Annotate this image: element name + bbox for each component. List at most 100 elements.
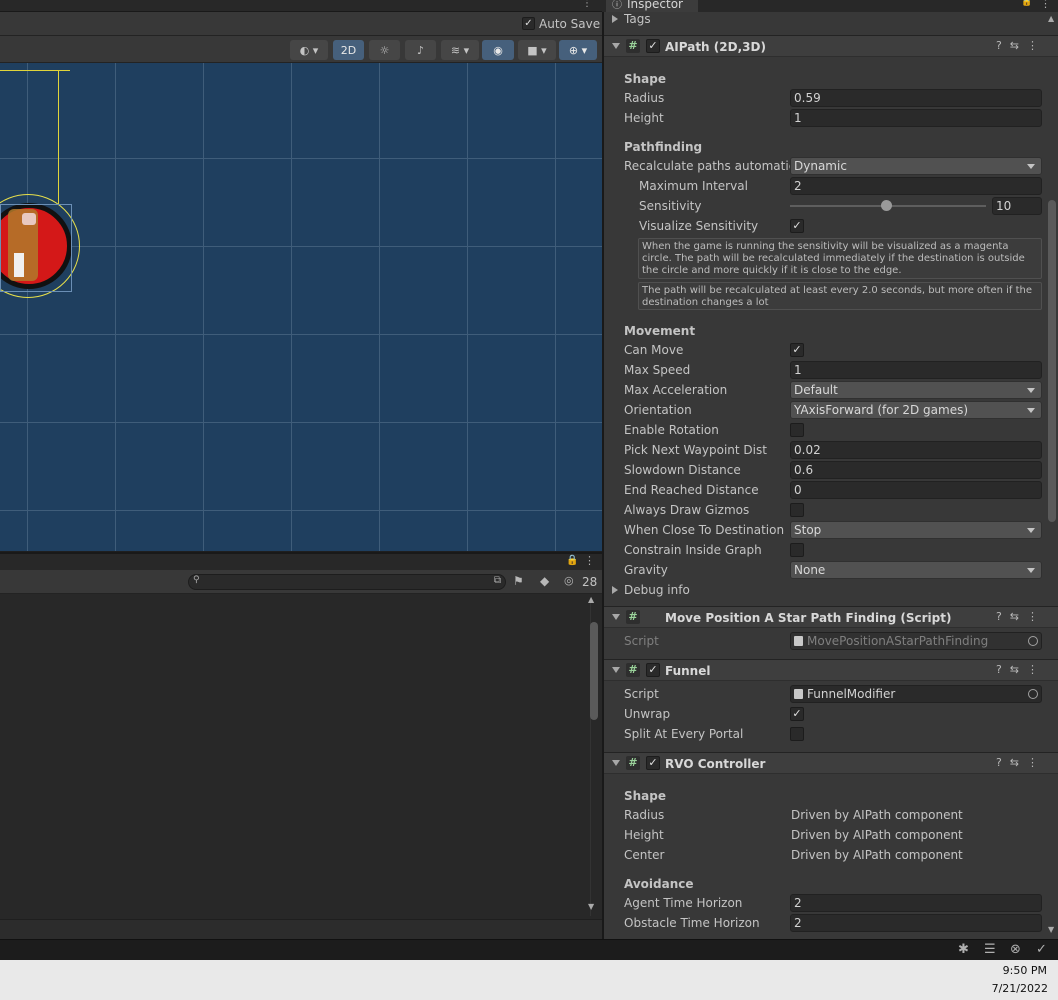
radius-field[interactable]: 0.59 (790, 89, 1042, 107)
radius-label: Radius (624, 91, 665, 105)
max-speed-label: Max Speed (624, 363, 691, 377)
project-scrollbar-thumb[interactable] (590, 622, 598, 720)
funnel-component-header[interactable]: # ✓ Funnel ?⇆⋮ (604, 659, 1058, 681)
rvo-enabled-checkbox[interactable]: ✓ (646, 756, 660, 770)
component-header-icons[interactable]: ?⇆⋮ (996, 610, 1046, 623)
when-close-dropdown[interactable]: Stop (790, 521, 1042, 539)
draw-mode-dropdown[interactable]: ◐ ▾ (290, 40, 328, 60)
rvo-radius-value: Driven by AIPath component (791, 808, 963, 822)
search-by-type-icon[interactable]: ⧉ (494, 575, 501, 586)
rvo-component-header[interactable]: # ✓ RVO Controller ?⇆⋮ (604, 752, 1058, 774)
clock-date[interactable]: 7/21/2022 (992, 982, 1048, 995)
effects-dropdown[interactable]: ≋ ▾ (441, 40, 479, 60)
panel-menu-icon[interactable]: ⋮ (584, 554, 595, 567)
unwrap-checkbox[interactable]: ✓ (790, 707, 804, 721)
shape-section-title: Shape (624, 72, 667, 86)
search-input[interactable]: ⚲ ⧉ (188, 574, 506, 590)
component-header-icons[interactable]: ?⇆⋮ (996, 39, 1046, 52)
script-hash-icon: # (626, 39, 640, 53)
script-hash-icon: # (626, 756, 640, 770)
component-header-icons[interactable]: ?⇆⋮ (996, 756, 1046, 769)
object-picker-icon[interactable] (1028, 689, 1038, 699)
progress-check-icon[interactable]: ✓ (1036, 942, 1047, 957)
debug-info-foldout[interactable]: Debug info (604, 580, 1048, 600)
inspector-tab[interactable]: ⓘ Inspector 🔒 ⋮ (602, 0, 1058, 12)
max-interval-field[interactable]: 2 (790, 177, 1042, 195)
split-at-every-portal-checkbox[interactable] (790, 727, 804, 741)
funnel-enabled-checkbox[interactable]: ✓ (646, 663, 660, 677)
tags-label: Tags (624, 12, 651, 26)
inspector-scrollbar-thumb[interactable] (1048, 200, 1056, 522)
inspector-menu-icon[interactable]: ⋮ (1040, 0, 1051, 10)
constrain-inside-graph-checkbox[interactable] (790, 543, 804, 557)
funnel-script-field[interactable]: FunnelModifier (790, 685, 1042, 703)
max-acceleration-dropdown[interactable]: Default (790, 381, 1042, 399)
rvo-height-value: Driven by AIPath component (791, 828, 963, 842)
visualize-sensitivity-checkbox[interactable]: ✓ (790, 219, 804, 233)
lighting-toggle[interactable]: ☼ (369, 40, 400, 60)
inspector-scroll-up-icon[interactable]: ▲ (1048, 14, 1054, 23)
scene-tab-strip: ⋮ (0, 0, 602, 12)
gizmos-dropdown[interactable]: ⊕ ▾ (559, 40, 597, 60)
enable-rotation-checkbox[interactable] (790, 423, 804, 437)
sensitivity-slider-thumb[interactable] (881, 200, 893, 211)
auto-save-label: Auto Save (539, 17, 601, 31)
recalculate-dropdown[interactable]: Dynamic (790, 157, 1042, 175)
collapse-arrow-icon[interactable] (612, 614, 620, 620)
network-icon[interactable]: ⊗ (1010, 942, 1021, 957)
orientation-label: Orientation (624, 403, 692, 417)
collapse-arrow-icon[interactable] (612, 760, 620, 766)
aipath-enabled-checkbox[interactable]: ✓ (646, 39, 660, 53)
foldout-arrow-icon (612, 15, 618, 23)
pick-next-waypoint-label: Pick Next Waypoint Dist (624, 443, 767, 457)
always-draw-gizmos-checkbox[interactable] (790, 503, 804, 517)
mode-2d-toggle[interactable]: 2D (333, 40, 364, 60)
rvo-center-row: Center Driven by AIPath component (604, 845, 1048, 865)
end-reached-distance-row: End Reached Distance 0 (604, 480, 1048, 500)
agent-time-horizon-field[interactable]: 2 (790, 894, 1042, 912)
sensitivity-field[interactable]: 10 (992, 197, 1042, 215)
bottom-panel-toolbar: ⚲ ⧉ ⚑ ◆ ◎ 28 (0, 570, 602, 594)
project-browser-body[interactable]: ▲ ▼ (0, 594, 602, 919)
obstacle-time-horizon-field[interactable]: 2 (790, 914, 1042, 932)
camera-dropdown[interactable]: ■ ▾ (518, 40, 556, 60)
height-row: Height 1 (604, 108, 1048, 128)
inspector-scroll-down-icon[interactable]: ▼ (1048, 925, 1054, 934)
scene-viewport[interactable] (0, 63, 602, 551)
agent-time-horizon-row: Agent Time Horizon 2 (604, 893, 1048, 913)
tag-icon[interactable]: ◆ (540, 574, 549, 588)
filter-by-label-icon[interactable]: ⚑ (513, 574, 524, 588)
orientation-dropdown[interactable]: YAxisForward (for 2D games) (790, 401, 1042, 419)
end-reached-distance-field[interactable]: 0 (790, 481, 1042, 499)
clock-time[interactable]: 9:50 PM (1003, 964, 1047, 977)
tags-foldout[interactable]: Tags (604, 12, 1048, 29)
funnel-script-row: Script FunnelModifier (604, 684, 1048, 704)
scroll-down-icon[interactable]: ▼ (588, 902, 594, 911)
scene-menu-icon[interactable]: ⋮ (582, 0, 592, 9)
max-speed-field[interactable]: 1 (790, 361, 1042, 379)
gravity-dropdown[interactable]: None (790, 561, 1042, 579)
scene-visibility-toggle[interactable]: ◉ (482, 40, 514, 60)
slowdown-distance-field[interactable]: 0.6 (790, 461, 1042, 479)
collapse-arrow-icon[interactable] (612, 43, 620, 49)
avoidance-section-title: Avoidance (624, 877, 694, 891)
pick-next-waypoint-field[interactable]: 0.02 (790, 441, 1042, 459)
audio-toggle[interactable]: ♪ (405, 40, 436, 60)
inspector-lock-icon[interactable]: 🔒 (1021, 0, 1032, 7)
auto-save-checkbox[interactable]: ✓ (522, 17, 535, 30)
height-field[interactable]: 1 (790, 109, 1042, 127)
can-move-label: Can Move (624, 343, 684, 357)
eye-hidden-icon: ◉ (493, 43, 503, 57)
lock-icon[interactable]: 🔒 (566, 555, 578, 566)
move-position-component-header[interactable]: # Move Position A Star Path Finding (Scr… (604, 606, 1058, 628)
bug-icon[interactable]: ✱ (958, 942, 969, 957)
aipath-component-header[interactable]: # ✓ AIPath (2D,3D) ?⇆⋮ (604, 35, 1058, 57)
orientation-row: Orientation YAxisForward (for 2D games) (604, 400, 1048, 420)
collapse-arrow-icon[interactable] (612, 667, 620, 673)
hidden-packages-icon[interactable]: ◎ (564, 574, 574, 587)
object-picker-icon (1028, 636, 1038, 646)
can-move-checkbox[interactable]: ✓ (790, 343, 804, 357)
cache-server-icon[interactable]: ☰ (984, 942, 996, 957)
component-header-icons[interactable]: ?⇆⋮ (996, 663, 1046, 676)
scroll-up-icon[interactable]: ▲ (588, 595, 594, 604)
